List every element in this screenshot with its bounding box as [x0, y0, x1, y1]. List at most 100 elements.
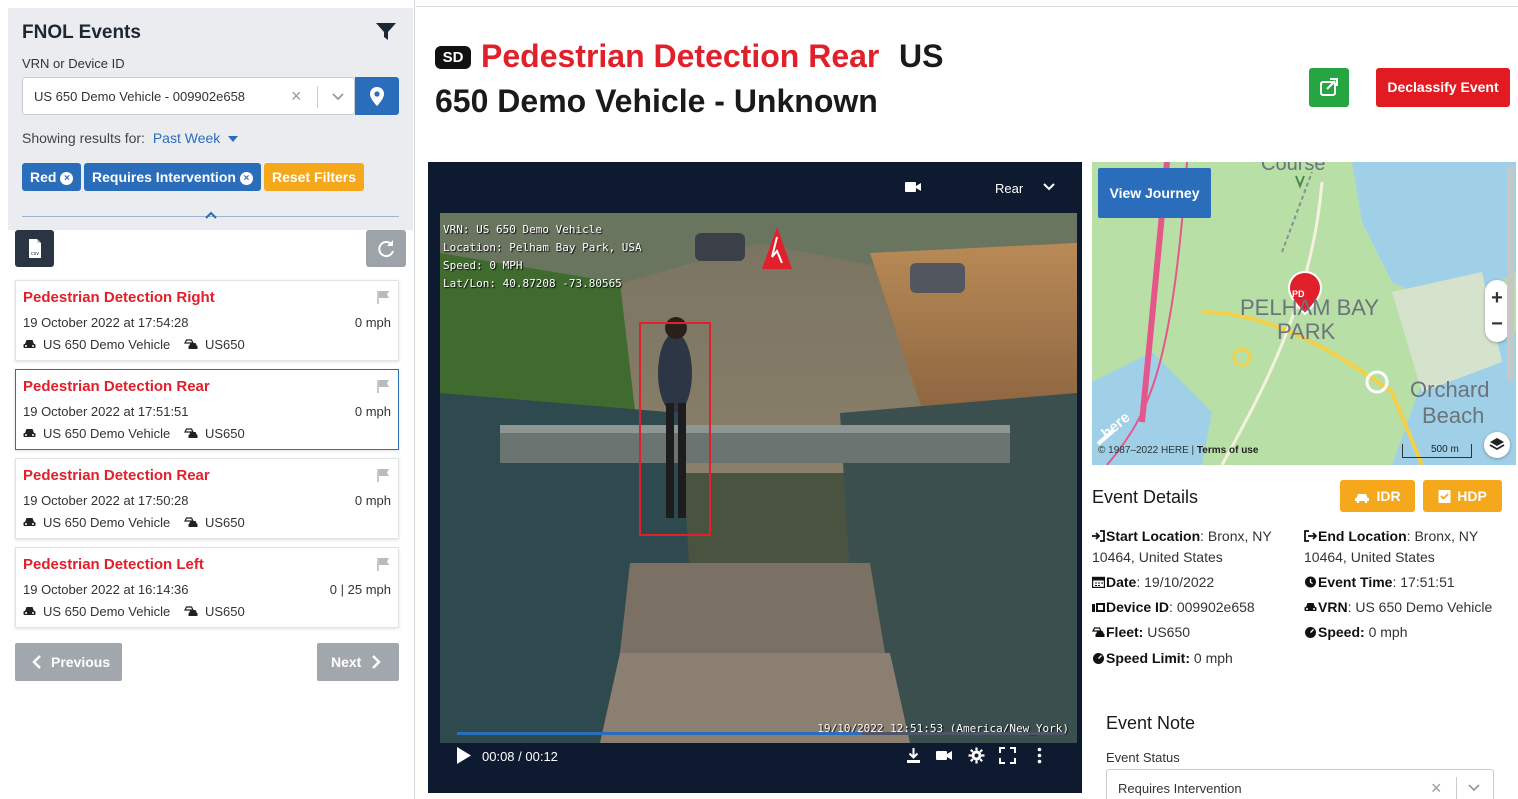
flag-icon[interactable]	[377, 468, 391, 482]
chevron-down-icon[interactable]	[1042, 181, 1056, 193]
previous-button[interactable]: Previous	[15, 643, 122, 681]
remove-chip-icon[interactable]: ×	[60, 172, 74, 185]
declassify-button[interactable]: Declassify Event	[1376, 68, 1510, 107]
showing-label: Showing results for:	[22, 130, 145, 146]
map-label-course: Course	[1261, 162, 1326, 175]
video-time: 00:08 / 00:12	[482, 749, 558, 764]
chevron-down-icon[interactable]	[328, 86, 348, 106]
more-options-icon[interactable]	[1031, 747, 1048, 764]
next-label: Next	[331, 654, 362, 670]
speed-label: Speed:	[1318, 624, 1365, 640]
remove-chip-icon[interactable]: ×	[239, 172, 253, 185]
share-button[interactable]	[1309, 68, 1349, 107]
event-status-value: Requires Intervention	[1118, 781, 1242, 796]
event-time-label: Event Time	[1318, 574, 1393, 590]
video-frame[interactable]: VRN: US 650 Demo Vehicle Location: Pelha…	[440, 213, 1077, 743]
clear-icon[interactable]: ×	[1431, 779, 1442, 797]
fleet-icon	[184, 517, 198, 527]
event-card[interactable]: Pedestrian Detection Right 19 October 202…	[15, 280, 399, 361]
clear-icon[interactable]: ×	[291, 86, 302, 106]
refresh-icon	[378, 240, 394, 258]
event-status-select[interactable]: Requires Intervention ×	[1106, 769, 1494, 799]
flag-icon[interactable]	[377, 290, 391, 304]
vehicle-title-part2: 650 Demo Vehicle - Unknown	[435, 83, 878, 119]
fleet-icon	[184, 339, 198, 349]
filter-icon[interactable]	[375, 22, 397, 42]
locate-button[interactable]	[355, 77, 399, 115]
zoom-out-button[interactable]: −	[1485, 314, 1509, 334]
export-csv-button[interactable]: csv	[15, 230, 54, 267]
sd-badge: SD	[435, 46, 471, 69]
event-card-vehicle: US 650 Demo Vehicle	[43, 426, 171, 441]
event-details-title: Event Details	[1092, 487, 1199, 507]
speedometer-icon	[1305, 627, 1316, 638]
view-journey-button[interactable]: View Journey	[1098, 168, 1211, 218]
event-card-time: 19 October 2022 at 17:51:51	[23, 404, 189, 419]
camera-switch-icon[interactable]	[936, 747, 953, 764]
map-copyright-text: © 1987–2022 HERE |	[1098, 445, 1195, 456]
event-card-fleet: US650	[205, 604, 245, 619]
event-card-time: 19 October 2022 at 17:54:28	[23, 315, 189, 330]
flag-icon[interactable]	[377, 379, 391, 393]
chip-red-label: Red	[30, 169, 57, 185]
next-button[interactable]: Next	[317, 643, 399, 681]
collapse-caret-icon[interactable]	[204, 209, 218, 221]
speed-detail: Speed: 0 mph	[1304, 622, 1408, 643]
event-card[interactable]: Pedestrian Detection Rear 19 October 2022…	[15, 369, 399, 450]
vrn-select[interactable]: US 650 Demo Vehicle - 009902e658 ×	[22, 77, 355, 115]
event-card-fleet: US650	[205, 426, 245, 441]
event-time-value: : 17:51:51	[1392, 574, 1455, 590]
zoom-in-button[interactable]: +	[1485, 288, 1509, 308]
speed-value: 0 mph	[1364, 624, 1408, 640]
event-note-title: Event Note	[1106, 713, 1196, 733]
fleet-icon	[184, 606, 198, 616]
share-icon	[1320, 78, 1338, 96]
download-icon[interactable]	[905, 747, 922, 764]
overlay-line-location: Location: Pelham Bay Park, USA	[443, 241, 642, 254]
sidebar: FNOL Events VRN or Device ID US 650 Demo…	[0, 0, 415, 799]
chevron-down-icon[interactable]	[1465, 778, 1483, 796]
event-card[interactable]: Pedestrian Detection Left 19 October 2022…	[15, 547, 399, 628]
map-label-beach: Beach	[1422, 403, 1485, 428]
period-dropdown-label: Past Week	[152, 130, 221, 146]
chip-requires-intervention[interactable]: Requires Intervention ×	[84, 163, 261, 191]
event-card-title: Pedestrian Detection Rear	[23, 378, 210, 395]
speed-limit-detail: Speed Limit: 0 mph	[1092, 648, 1233, 669]
idr-button[interactable]: IDR	[1340, 480, 1415, 512]
overlay-line-latlon: Lat/Lon: 40.87208 -73.80565	[443, 277, 622, 290]
period-dropdown[interactable]: Past Week	[152, 130, 239, 146]
hdp-label: HDP	[1457, 488, 1487, 504]
filters-panel: FNOL Events VRN or Device ID US 650 Demo…	[8, 8, 413, 230]
map-label-orchard: Orchard	[1410, 377, 1490, 402]
vrn-detail-label: VRN	[1318, 599, 1348, 615]
fleet-icon	[1092, 627, 1105, 637]
select-separator	[1456, 777, 1457, 799]
map-layers-button[interactable]	[1484, 432, 1510, 458]
play-icon[interactable]	[456, 746, 472, 765]
scrollbar-thumb[interactable]	[1507, 166, 1514, 381]
speedometer-icon	[1093, 653, 1104, 664]
previous-label: Previous	[51, 654, 111, 670]
reset-filters-button[interactable]: Reset Filters	[264, 163, 365, 191]
map-label-park: PARK	[1277, 319, 1336, 344]
video-progress-bar[interactable]	[457, 732, 1064, 735]
map-copyright: © 1987–2022 HERE | Terms of use	[1098, 445, 1258, 456]
hdp-button[interactable]: HDP	[1423, 480, 1502, 512]
refresh-button[interactable]	[366, 230, 406, 267]
sidebar-title: FNOL Events	[22, 22, 141, 43]
map-panel[interactable]: PD View Journey Course PELHAM BAY PARK O…	[1092, 162, 1516, 465]
overlay-line-vrn: VRN: US 650 Demo Vehicle	[443, 223, 602, 236]
settings-gear-icon[interactable]	[968, 747, 985, 764]
fullscreen-icon[interactable]	[999, 747, 1016, 764]
camera-selector-label[interactable]: Rear	[995, 181, 1023, 196]
device-id-detail: Device ID: 009902e658	[1092, 597, 1255, 618]
terms-of-use-link[interactable]: Terms of use	[1197, 445, 1259, 456]
event-title: Pedestrian Detection Rear	[481, 38, 880, 74]
sign-in-icon	[1092, 530, 1105, 542]
chip-red[interactable]: Red ×	[22, 163, 82, 191]
event-card-speed: 0 mph	[354, 404, 391, 419]
flag-icon[interactable]	[377, 557, 391, 571]
event-card-fleet: US650	[205, 515, 245, 530]
event-card[interactable]: Pedestrian Detection Rear 19 October 2022…	[15, 458, 399, 539]
reset-filters-label: Reset Filters	[272, 169, 357, 185]
